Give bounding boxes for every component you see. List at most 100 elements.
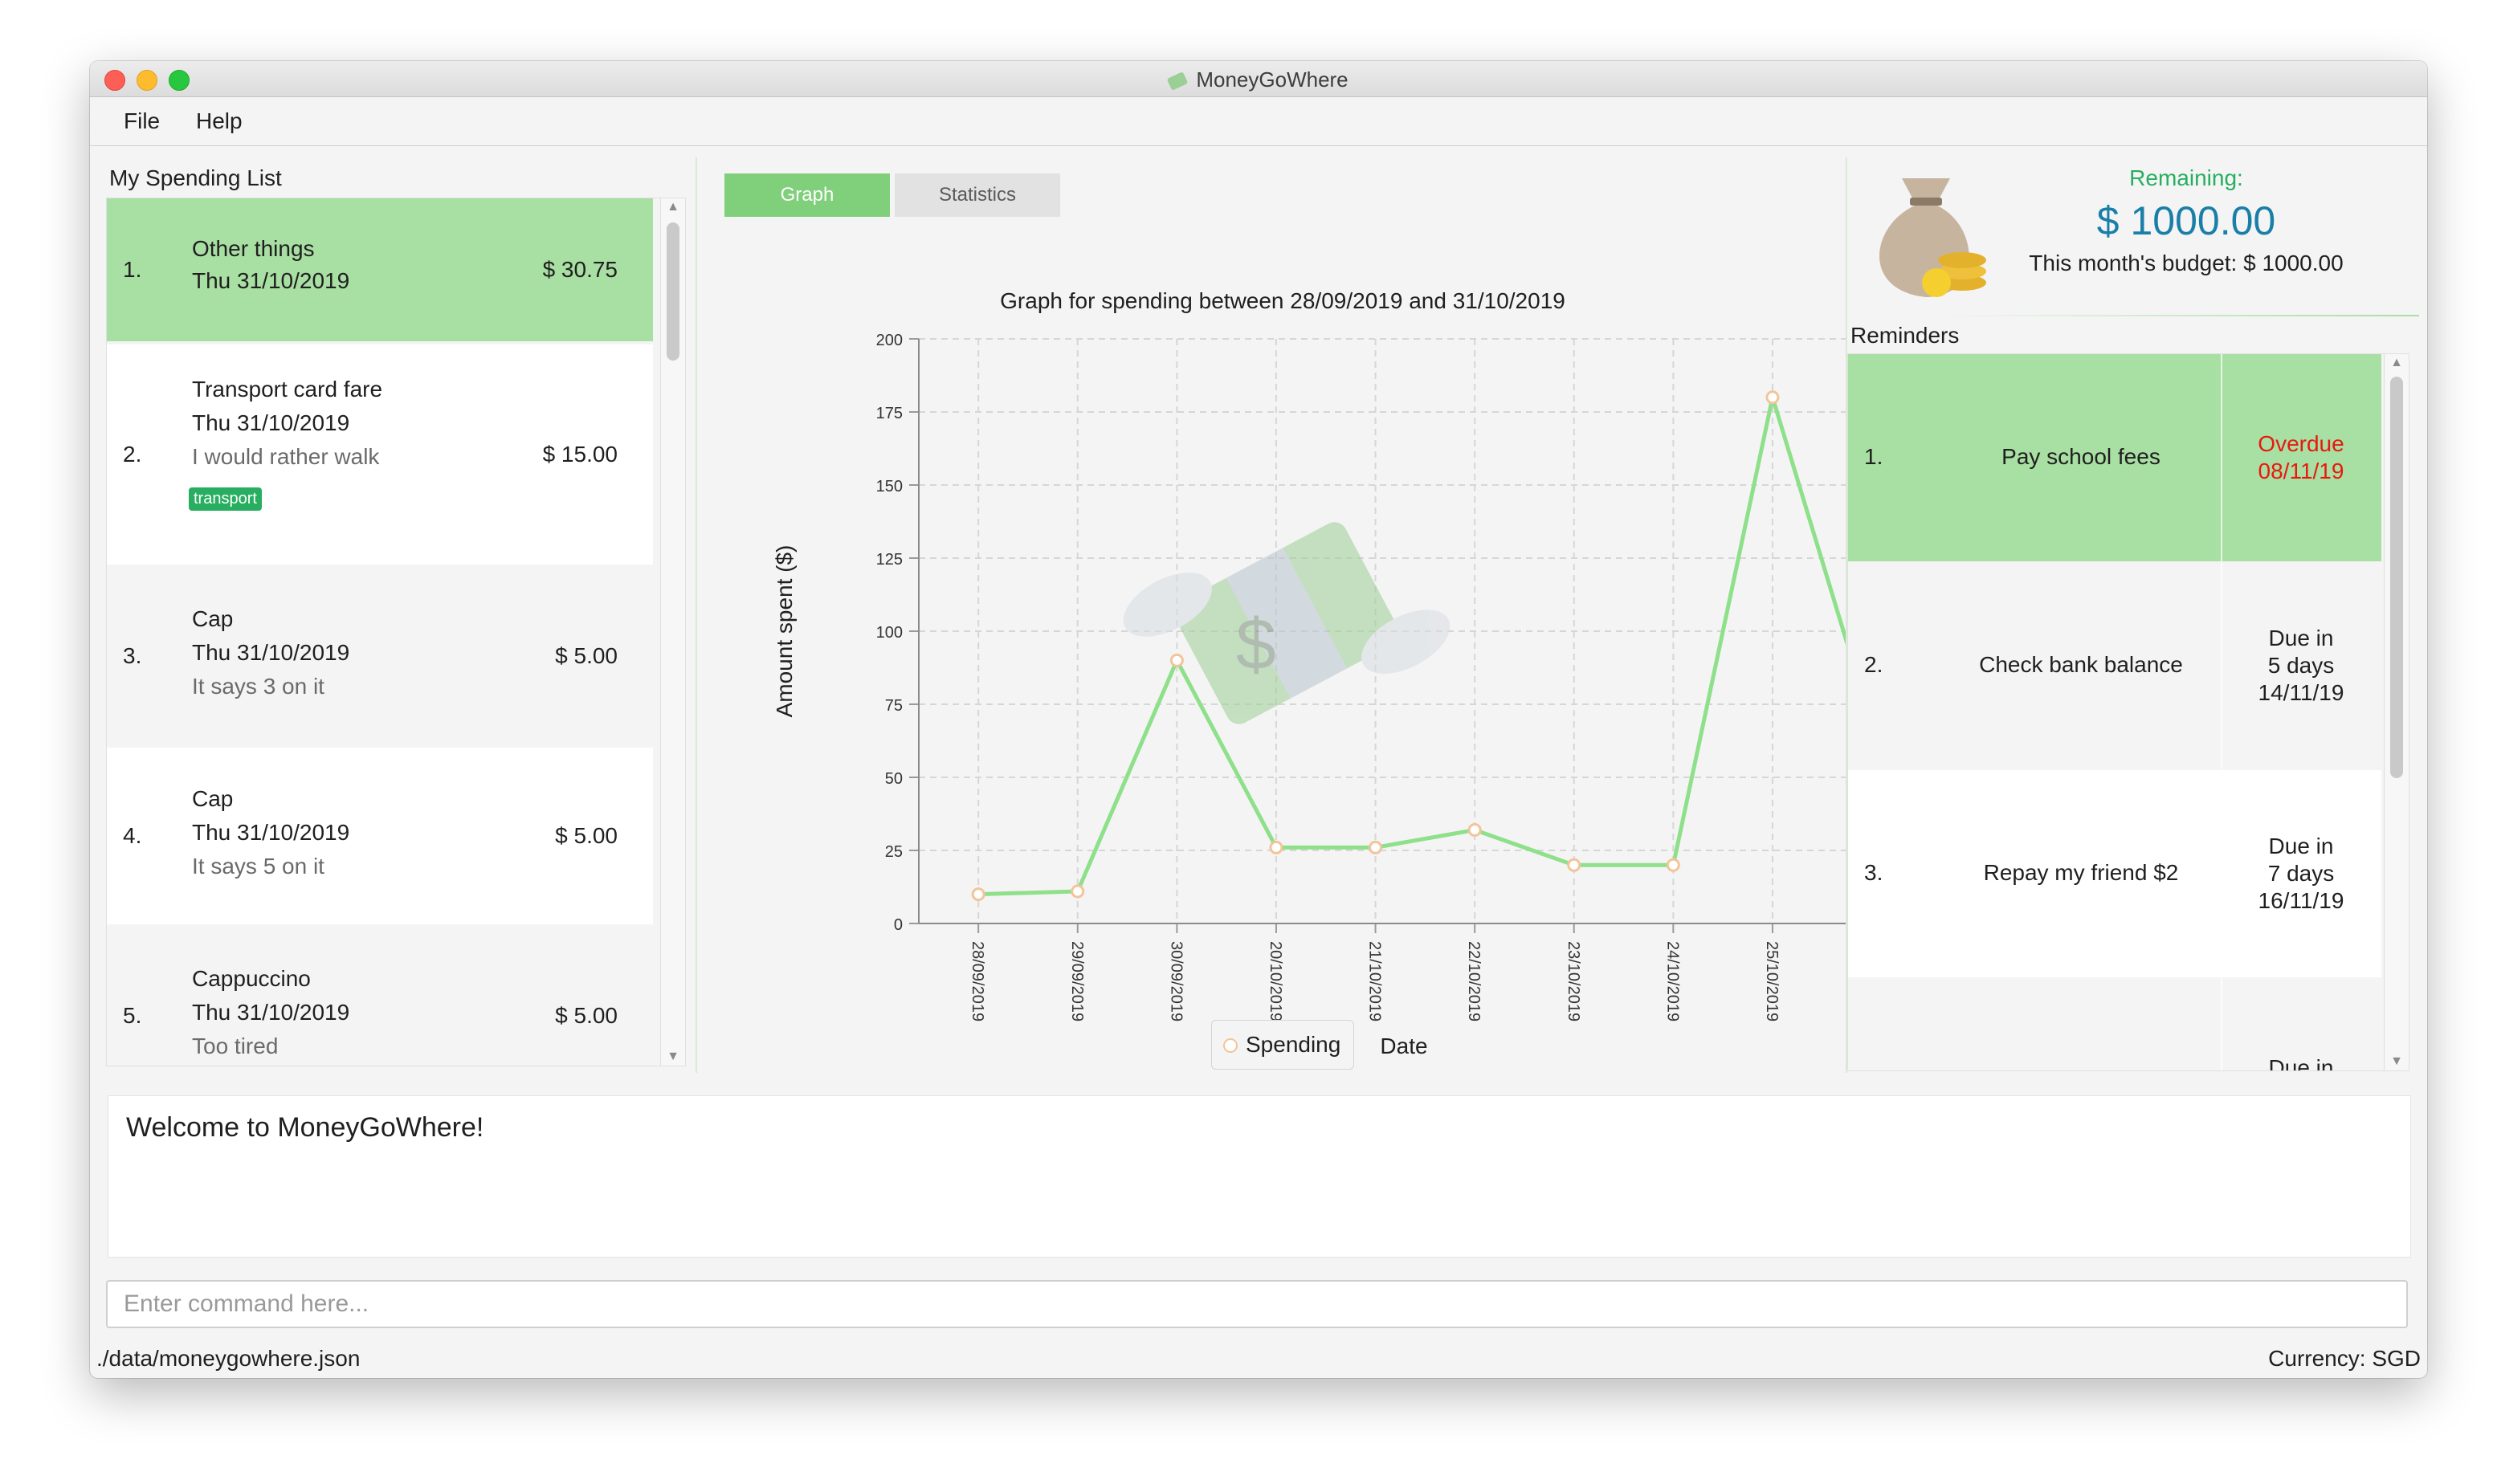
spending-date: Thu 31/10/2019 <box>192 410 350 435</box>
spending-card[interactable]: 2. Transport card fare Thu 31/10/2019 $ 15.… <box>107 344 653 565</box>
scroll-up-arrow-icon[interactable]: ▲ <box>661 200 685 214</box>
y-tick-label: 100 <box>876 624 903 642</box>
command-input[interactable] <box>106 1280 2408 1328</box>
reminder-due: Due in 7 days 16/11/19 <box>2222 833 2380 915</box>
y-axis-label: Amount spent ($) <box>772 545 797 718</box>
reminder-index: 2. <box>1864 652 1883 677</box>
x-tick-label: 30/09/2019 <box>1167 941 1185 1021</box>
monthly-budget: This month's budget: $ 1000.00 <box>2029 251 2344 275</box>
spending-index: 1. <box>123 257 142 282</box>
legend-marker-icon <box>1223 1038 1238 1053</box>
data-point <box>1567 858 1581 872</box>
y-tick-label: 50 <box>885 770 903 788</box>
spending-name: Cap <box>192 606 234 631</box>
menu-help[interactable]: Help <box>196 108 243 134</box>
legend-label-spending: Spending <box>1246 1032 1341 1057</box>
spending-name: Cappuccino <box>192 966 311 991</box>
reminder-due-line: Overdue <box>2258 431 2344 456</box>
x-tick-label: 28/09/2019 <box>969 941 986 1021</box>
scroll-thumb[interactable] <box>667 222 679 361</box>
reminder-description: Pay school fees <box>2001 444 2160 469</box>
y-tick-label: 175 <box>876 405 903 422</box>
money-app-icon <box>1166 71 1189 92</box>
scroll-down-arrow-icon[interactable]: ▼ <box>661 1050 685 1064</box>
spending-remark: Too tired <box>192 1034 279 1058</box>
spending-tag: transport <box>189 487 262 511</box>
y-tick-label: 200 <box>876 332 903 349</box>
spending-remark: I would rather walk <box>192 444 380 469</box>
remaining-amount: $ 1000.00 <box>2096 198 2276 243</box>
tab-statistics[interactable]: Statistics <box>895 173 1060 217</box>
reminder-scroll-up-arrow-icon[interactable]: ▲ <box>2385 356 2409 370</box>
reminder-due-line: 7 days <box>2267 861 2335 886</box>
reminder-due-line: Due in <box>2268 1055 2334 1071</box>
spending-index: 2. <box>123 442 142 467</box>
reminder-index: 4. <box>1864 1068 1883 1070</box>
menu-file[interactable]: File <box>124 108 160 134</box>
spending-card[interactable]: 5. Cappuccino Thu 31/10/2019 $ 5.00 Too tire… <box>107 928 653 1066</box>
spending-amount: $ 30.75 <box>542 257 618 282</box>
x-tick-label: 25/10/2019 <box>1763 941 1781 1021</box>
tab-graph[interactable]: Graph <box>724 173 890 217</box>
spending-card[interactable]: 4. Cap Thu 31/10/2019 $ 5.00 It says 5 on it <box>107 748 653 924</box>
y-tick-label: 0 <box>894 916 903 934</box>
reminder-description: Check bank balance <box>1979 652 2183 677</box>
svg-text:$: $ <box>1236 605 1276 685</box>
data-point <box>1467 823 1482 838</box>
data-point <box>1666 858 1680 872</box>
spending-remark: It says 3 on it <box>192 674 324 699</box>
result-text: Welcome to MoneyGoWhere! <box>126 1112 484 1143</box>
spending-index: 4. <box>123 823 142 848</box>
menu-bar: File Help <box>90 97 2427 146</box>
reminder-row[interactable]: 2. Check bank balance Due in 5 days 14/11/19 <box>1848 562 2381 769</box>
spending-date: Thu 31/10/2019 <box>192 820 350 845</box>
y-tick-label: 75 <box>885 697 903 715</box>
spending-amount: $ 15.00 <box>542 442 618 467</box>
data-point <box>1071 884 1085 899</box>
reminder-index: 3. <box>1864 860 1883 885</box>
reminder-description: Repay my friend $2 <box>1983 860 2179 885</box>
spending-amount: $ 5.00 <box>555 1003 618 1028</box>
reminder-due-line: 08/11/19 <box>2258 459 2344 483</box>
remaining-label: Remaining: <box>2129 165 2243 190</box>
reminder-due: Due in30 days <box>2222 1054 2380 1071</box>
spending-list-scrollbar[interactable]: ▲ ▼ <box>660 198 685 1066</box>
reminder-due-line: 16/11/19 <box>2258 888 2344 913</box>
reminder-list[interactable]: 1. Pay school fees Overdue 08/11/19 2. Check … <box>1847 353 2409 1071</box>
reminder-index: 1. <box>1864 444 1883 469</box>
title-bar: MoneyGoWhere <box>90 61 2427 97</box>
spending-list[interactable]: 1. Other things Thu 31/10/2019 $ 30.75 2. Tra… <box>106 198 686 1066</box>
chart-axes: 0 25 50 75 100 125 150 175 200 28/09/2019 29/09/20… <box>876 332 1849 1021</box>
reminders-title: Reminders <box>1850 323 1960 348</box>
x-tick-label: 24/10/2019 <box>1663 941 1681 1021</box>
reminder-scroll-thumb[interactable] <box>2390 377 2403 778</box>
data-point <box>1169 653 1184 667</box>
spending-date: Thu 31/10/2019 <box>192 268 350 293</box>
spending-card[interactable]: 3. Cap Thu 31/10/2019 $ 5.00 It says 3 on it <box>107 568 653 744</box>
flying-money-watermark-icon: $ <box>1123 522 1451 724</box>
reminder-due-line: Due in <box>2268 834 2334 858</box>
spending-name: Cap <box>192 786 234 811</box>
spending-amount: $ 5.00 <box>555 823 618 848</box>
reminder-due: Due in 5 days 14/11/19 <box>2222 625 2380 707</box>
reminder-row[interactable]: 1. Pay school fees Overdue 08/11/19 <box>1848 354 2381 561</box>
chart-legend: Spending <box>1211 1020 1354 1070</box>
panel-divider <box>696 157 697 1073</box>
spending-name: Transport card fare <box>192 377 383 402</box>
reminder-row[interactable]: 4. Pay phone billsDue in30 days <box>1848 978 2381 1071</box>
y-tick-label: 125 <box>876 551 903 569</box>
reminder-due-line: 5 days <box>2267 653 2335 678</box>
reminder-list-scrollbar[interactable]: ▲ ▼ <box>2384 354 2409 1070</box>
spending-card[interactable]: 1. Other things Thu 31/10/2019 $ 30.75 <box>107 198 653 341</box>
x-tick-label: 20/10/2019 <box>1267 941 1284 1021</box>
result-display: Welcome to MoneyGoWhere! <box>108 1095 2411 1258</box>
spending-remark: It says 5 on it <box>192 854 324 879</box>
budget-divider <box>1937 315 2419 316</box>
spending-chart: Graph for spending between 28/09/2019 an… <box>772 288 1849 1058</box>
x-tick-label: 23/10/2019 <box>1565 941 1582 1021</box>
reminder-row[interactable]: 3. Repay my friend $2 Due in 7 days 16/11/19 <box>1848 770 2381 977</box>
reminder-scroll-down-arrow-icon[interactable]: ▼ <box>2385 1054 2409 1069</box>
x-tick-label: 29/09/2019 <box>1068 941 1086 1021</box>
data-point <box>971 887 985 902</box>
y-tick-label: 25 <box>885 843 903 861</box>
